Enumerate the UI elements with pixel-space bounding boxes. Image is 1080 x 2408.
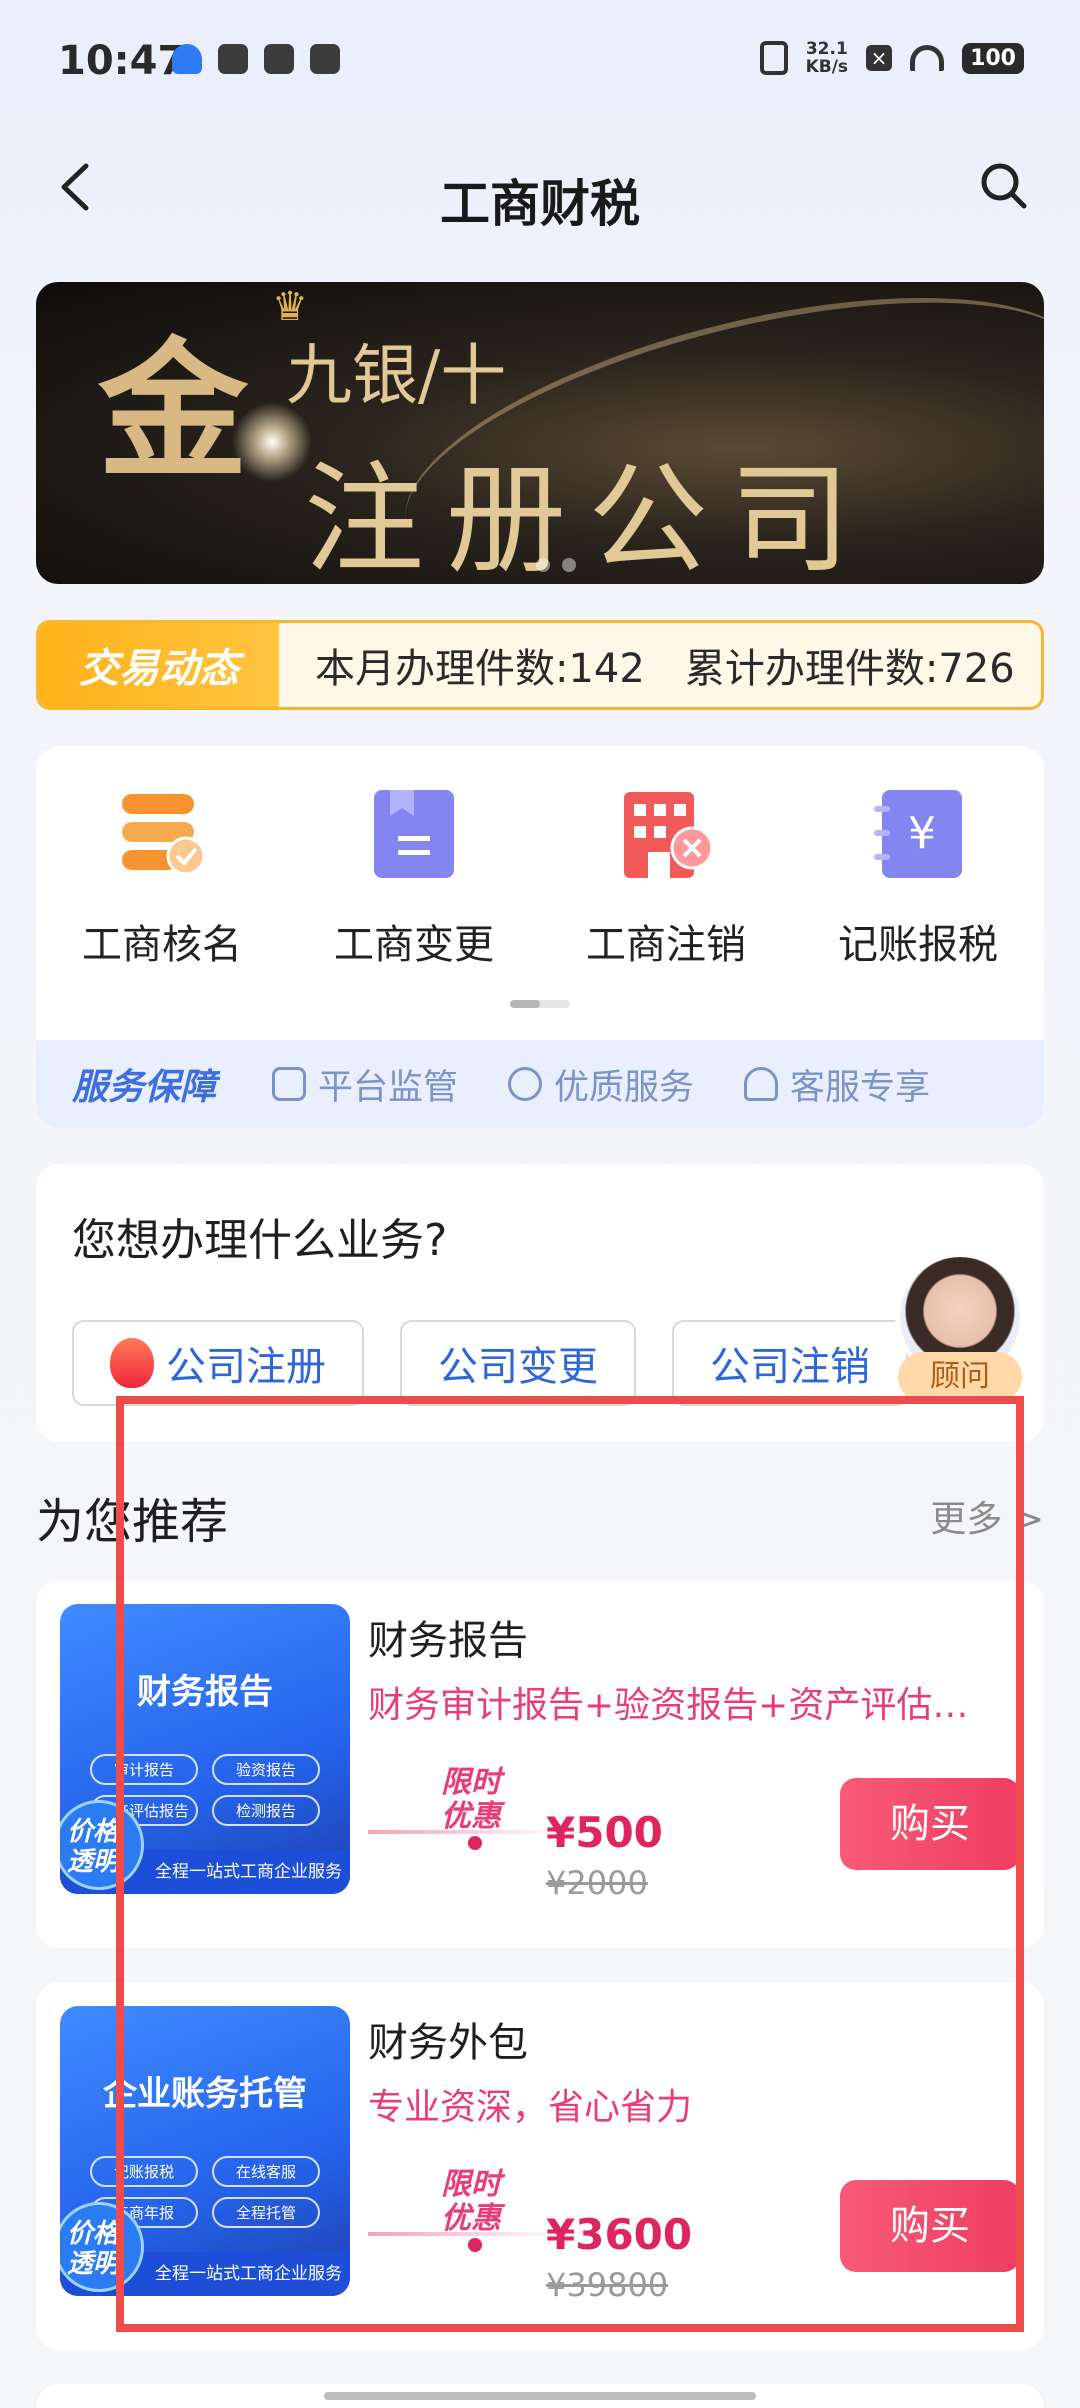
advisor-float-button[interactable]: 顾问 bbox=[890, 1252, 1030, 1402]
headset-icon bbox=[744, 1067, 779, 1101]
transaction-ticker: 交易动态 本月办理件数:142 累计办理件数:726 bbox=[36, 620, 1044, 710]
guarantee-item: 客服专享 bbox=[744, 1059, 930, 1110]
vibrate-icon bbox=[759, 41, 788, 75]
battery-indicator: 100 bbox=[962, 42, 1024, 74]
message-icon bbox=[264, 44, 294, 74]
services-grid: 工商核名 工商变更 工商注销 ¥ 记账报税 bbox=[36, 786, 1044, 970]
no-sim-icon: × bbox=[866, 45, 893, 71]
network-speed: 32.1 KB/s bbox=[805, 39, 849, 77]
tag-company-change[interactable]: 公司变更 bbox=[400, 1320, 636, 1406]
shield-check-icon bbox=[272, 1067, 307, 1101]
service-label: 工商核名 bbox=[82, 922, 242, 968]
wechat-icon bbox=[218, 44, 248, 74]
highlight-box bbox=[116, 1396, 1024, 2332]
page-title: 工商财税 bbox=[440, 175, 640, 233]
banner-line1: 九银/十 bbox=[286, 337, 507, 414]
building-cancel-icon bbox=[624, 792, 714, 878]
ticker-label: 交易动态 bbox=[39, 623, 279, 707]
total-count: 累计办理件数:726 bbox=[684, 646, 1015, 692]
services-card: 工商核名 工商变更 工商注销 ¥ 记账报税 服务保障 平台监管 优质服务 客服专… bbox=[36, 746, 1044, 1128]
services-page-indicator bbox=[510, 1000, 570, 1008]
banner-big-char: 金 bbox=[98, 323, 249, 499]
fire-icon bbox=[110, 1338, 154, 1388]
search-icon[interactable] bbox=[978, 160, 1028, 210]
banner-pagination bbox=[536, 558, 576, 572]
service-bookkeeping[interactable]: ¥ 记账报税 bbox=[792, 786, 1044, 970]
banner-line2: 注册公司 bbox=[304, 451, 872, 584]
wifi-icon bbox=[910, 45, 945, 71]
business-tags: 公司注册 公司变更 公司注销 bbox=[72, 1320, 908, 1406]
tag-company-cancel[interactable]: 公司注销 bbox=[672, 1320, 908, 1406]
app-notification-icon bbox=[172, 44, 202, 74]
service-label: 工商变更 bbox=[334, 922, 494, 968]
ticker-text: 本月办理件数:142 累计办理件数:726 bbox=[279, 623, 1041, 707]
business-question: 您想办理什么业务? bbox=[72, 1215, 448, 1266]
service-label: 记账报税 bbox=[838, 922, 998, 968]
status-time: 10:47 bbox=[58, 38, 186, 84]
bookmark-doc-icon bbox=[374, 790, 454, 878]
notification-icons bbox=[172, 44, 340, 74]
guarantee-item: 平台监管 bbox=[272, 1059, 458, 1110]
service-name-check[interactable]: 工商核名 bbox=[36, 786, 288, 970]
monthly-count: 本月办理件数:142 bbox=[315, 646, 645, 692]
service-label: 工商注销 bbox=[586, 922, 746, 968]
heart-hand-icon bbox=[508, 1067, 543, 1101]
guarantee-title: 服务保障 bbox=[72, 1067, 217, 1108]
service-cancel[interactable]: 工商注销 bbox=[540, 786, 792, 970]
service-guarantee-bar: 服务保障 平台监管 优质服务 客服专享 bbox=[36, 1040, 1044, 1128]
name-check-icon bbox=[122, 794, 206, 876]
tag-company-register[interactable]: 公司注册 bbox=[72, 1320, 364, 1406]
status-right: 32.1 KB/s × 100 bbox=[759, 39, 1024, 77]
guarantee-item: 优质服务 bbox=[508, 1059, 694, 1110]
top-nav: 工商财税 bbox=[0, 140, 1080, 240]
home-indicator[interactable] bbox=[324, 2392, 756, 2400]
service-change[interactable]: 工商变更 bbox=[288, 786, 540, 970]
advisor-label: 顾问 bbox=[898, 1352, 1022, 1402]
promo-banner[interactable]: 金 ♛ 九银/十 注册公司 bbox=[36, 282, 1044, 584]
svg-text:¥: ¥ bbox=[908, 808, 936, 859]
yen-notebook-icon: ¥ bbox=[874, 790, 962, 878]
status-bar: 10:47 32.1 KB/s × 100 bbox=[0, 0, 1080, 130]
link-icon bbox=[310, 44, 340, 74]
